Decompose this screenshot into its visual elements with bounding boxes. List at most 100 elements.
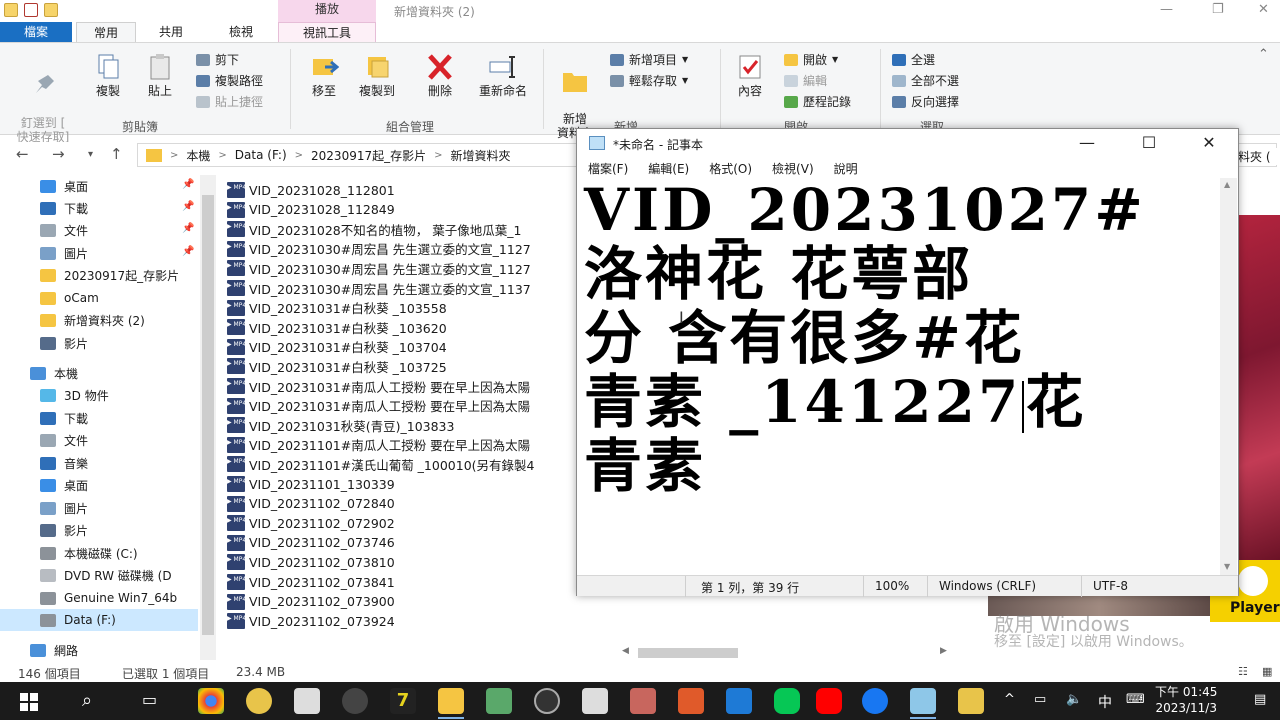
nav-item[interactable]: 圖片	[0, 497, 200, 519]
forward-arrow-icon[interactable]: →	[52, 145, 65, 163]
file-row[interactable]: ▶ MP4 VID_20231031#白秋葵 _103725	[227, 356, 447, 376]
back-arrow-icon[interactable]: ←	[16, 145, 29, 163]
breadcrumb-item[interactable]: 本機	[186, 147, 210, 164]
facebook-icon[interactable]	[862, 688, 888, 714]
menu-help[interactable]: 說明	[834, 160, 858, 177]
file-row[interactable]: ▶ MP4 VID_20231030#周宏昌 先生選立委的文宣_1127	[227, 258, 531, 278]
scroll-left-icon[interactable]: ◀	[622, 646, 629, 656]
nav-item[interactable]: 下載	[0, 197, 200, 219]
file-row[interactable]: ▶ MP4 VID_20231028不知名的植物， 葉子像地瓜葉_1	[227, 219, 521, 239]
menu-view[interactable]: 檢視(V)	[772, 160, 814, 177]
scroll-right-icon[interactable]: ▶	[940, 646, 947, 656]
nav-item[interactable]: 桌面	[0, 474, 200, 496]
new-folder-button[interactable]: 新增 資料夾	[552, 53, 598, 140]
menu-edit[interactable]: 編輯(E)	[648, 160, 689, 177]
file-row[interactable]: ▶ MP4 VID_20231101#南瓜人工授粉 要在早上因為太陽	[227, 435, 530, 455]
select-none-button[interactable]: 全部不選	[892, 72, 959, 89]
ime-options-icon[interactable]: ⌨	[1126, 692, 1145, 707]
nav-item[interactable]: 桌面	[0, 175, 200, 197]
history-button[interactable]: 歷程記錄	[784, 93, 851, 110]
properties-check-icon[interactable]	[24, 3, 38, 17]
file-row[interactable]: ▶ MP4 VID_20231101_130339	[227, 474, 395, 494]
minimize-icon[interactable]: —	[1160, 2, 1173, 17]
scrollbar-thumb[interactable]	[202, 195, 214, 635]
notepad-text-area[interactable]: VID_20231027# 洛神花 花萼部 分 含有很多#花 青素 _14122…	[581, 178, 1218, 575]
7zip-icon[interactable]: 7	[390, 688, 416, 714]
app-icon[interactable]	[486, 688, 512, 714]
file-row[interactable]: ▶ MP4 VID_20231102_073924	[227, 611, 395, 631]
folder-icon[interactable]	[4, 3, 18, 17]
ime-mode-indicator[interactable]: 中	[1098, 692, 1112, 712]
file-row[interactable]: ▶ MP4 VID_20231031秋葵(青豆)_103833	[227, 415, 454, 435]
file-row[interactable]: ▶ MP4 VID_20231031#白秋葵 _103558	[227, 298, 447, 318]
nav-item[interactable]: 影片	[0, 332, 200, 354]
file-row[interactable]: ▶ MP4 VID_20231028_112801	[227, 180, 395, 200]
obs-icon[interactable]	[534, 688, 560, 714]
task-view-icon[interactable]: ▭	[142, 690, 157, 709]
cut-button[interactable]: 剪下	[196, 51, 239, 68]
invert-selection-button[interactable]: 反向選擇	[892, 93, 959, 110]
file-row[interactable]: ▶ MP4 VID_20231031#白秋葵 _103704	[227, 337, 447, 357]
file-row[interactable]: ▶ MP4 VID_20231102_072840	[227, 494, 395, 514]
nav-item[interactable]: 本機	[0, 362, 200, 384]
tab-video-tools[interactable]: 視訊工具	[278, 22, 376, 42]
tab-share[interactable]: 共用	[140, 22, 202, 42]
easy-access-button[interactable]: 輕鬆存取 ▼	[610, 72, 688, 89]
file-row[interactable]: ▶ MP4 VID_20231102_073900	[227, 592, 395, 612]
paste-shortcut-button[interactable]: 貼上捷徑	[196, 93, 263, 110]
tab-file[interactable]: 檔案	[0, 22, 72, 42]
navigation-scrollbar[interactable]	[200, 175, 216, 660]
chrome-icon[interactable]	[198, 688, 224, 714]
nav-item[interactable]: 新增資料夾 (2)	[0, 309, 200, 331]
scroll-down-icon[interactable]: ▼	[1224, 562, 1230, 571]
properties-button[interactable]: 內容	[730, 53, 770, 98]
screenshot-app-icon[interactable]	[294, 688, 320, 714]
nav-item[interactable]: oCam	[0, 287, 200, 309]
notification-icon[interactable]: ▤	[1254, 692, 1266, 707]
system-clock[interactable]: 下午 01:45 2023/11/3	[1155, 684, 1217, 716]
close-icon[interactable]: ✕	[1189, 133, 1229, 152]
large-icons-view-icon[interactable]: ▦	[1262, 665, 1272, 678]
file-row[interactable]: ▶ MP4 VID_20231102_072902	[227, 513, 395, 533]
nav-item[interactable]: Data (F:)	[0, 609, 198, 631]
nav-item[interactable]: 20230917起_存影片	[0, 264, 200, 286]
file-list-horizontal-scrollbar[interactable]: ◀ ▶	[618, 645, 958, 661]
maximize-icon[interactable]: ☐	[1129, 133, 1169, 152]
tab-view[interactable]: 檢視	[208, 22, 274, 42]
nav-item[interactable]: 3D 物件	[0, 384, 200, 406]
breadcrumb-item[interactable]: 新增資料夾	[451, 147, 511, 164]
file-row[interactable]: ▶ MP4 VID_20231102_073810	[227, 552, 395, 572]
line-icon[interactable]	[774, 688, 800, 714]
tab-home[interactable]: 常用	[76, 22, 136, 42]
file-row[interactable]: ▶ MP4 VID_20231102_073841	[227, 572, 395, 592]
app-icon[interactable]	[678, 688, 704, 714]
notepad-icon[interactable]	[910, 688, 936, 714]
minimize-icon[interactable]: —	[1067, 133, 1107, 152]
search-icon[interactable]: ⌕	[82, 690, 92, 711]
rename-button[interactable]: 重新命名	[470, 53, 536, 98]
file-row[interactable]: ▶ MP4 VID_20231101#漢氏山葡萄 _100010(另有錄製4	[227, 454, 534, 474]
nav-item[interactable]: 圖片	[0, 242, 200, 264]
up-arrow-icon[interactable]: ↑	[110, 145, 123, 163]
file-row[interactable]: ▶ MP4 VID_20231030#周宏昌 先生選立委的文宣_1127	[227, 239, 531, 259]
breadcrumb-item[interactable]: Data (F:)	[235, 148, 287, 162]
nav-item[interactable]: 下載	[0, 407, 200, 429]
file-explorer-icon[interactable]	[438, 688, 464, 714]
nav-item[interactable]: DVD RW 磁碟機 (D	[0, 564, 200, 586]
recent-locations-chevron-icon[interactable]: ▾	[88, 149, 93, 160]
nav-item[interactable]: 音樂	[0, 452, 200, 474]
nav-item[interactable]: 影片	[0, 519, 200, 541]
ribbon-collapse-icon[interactable]: ⌃	[1258, 47, 1269, 62]
copy-button[interactable]: 複製	[88, 53, 128, 98]
show-hidden-icons-chevron-icon[interactable]: ^	[1004, 692, 1015, 707]
search-box-text[interactable]: 料夾 (	[1238, 148, 1280, 165]
nav-item[interactable]: 文件	[0, 219, 200, 241]
nav-item[interactable]: Genuine Win7_64b	[0, 587, 200, 609]
file-row[interactable]: ▶ MP4 VID_20231030#周宏昌 先生選立委的文宣_1137	[227, 278, 531, 298]
new-item-button[interactable]: 新增項目 ▼	[610, 51, 688, 68]
copy-path-button[interactable]: 複製路徑	[196, 72, 263, 89]
file-row[interactable]: ▶ MP4 VID_20231031#南瓜人工授粉 要在早上因為太陽	[227, 396, 530, 416]
menu-format[interactable]: 格式(O)	[709, 160, 752, 177]
new-folder-icon[interactable]	[44, 3, 58, 17]
network-icon[interactable]: ▭	[1034, 692, 1046, 707]
